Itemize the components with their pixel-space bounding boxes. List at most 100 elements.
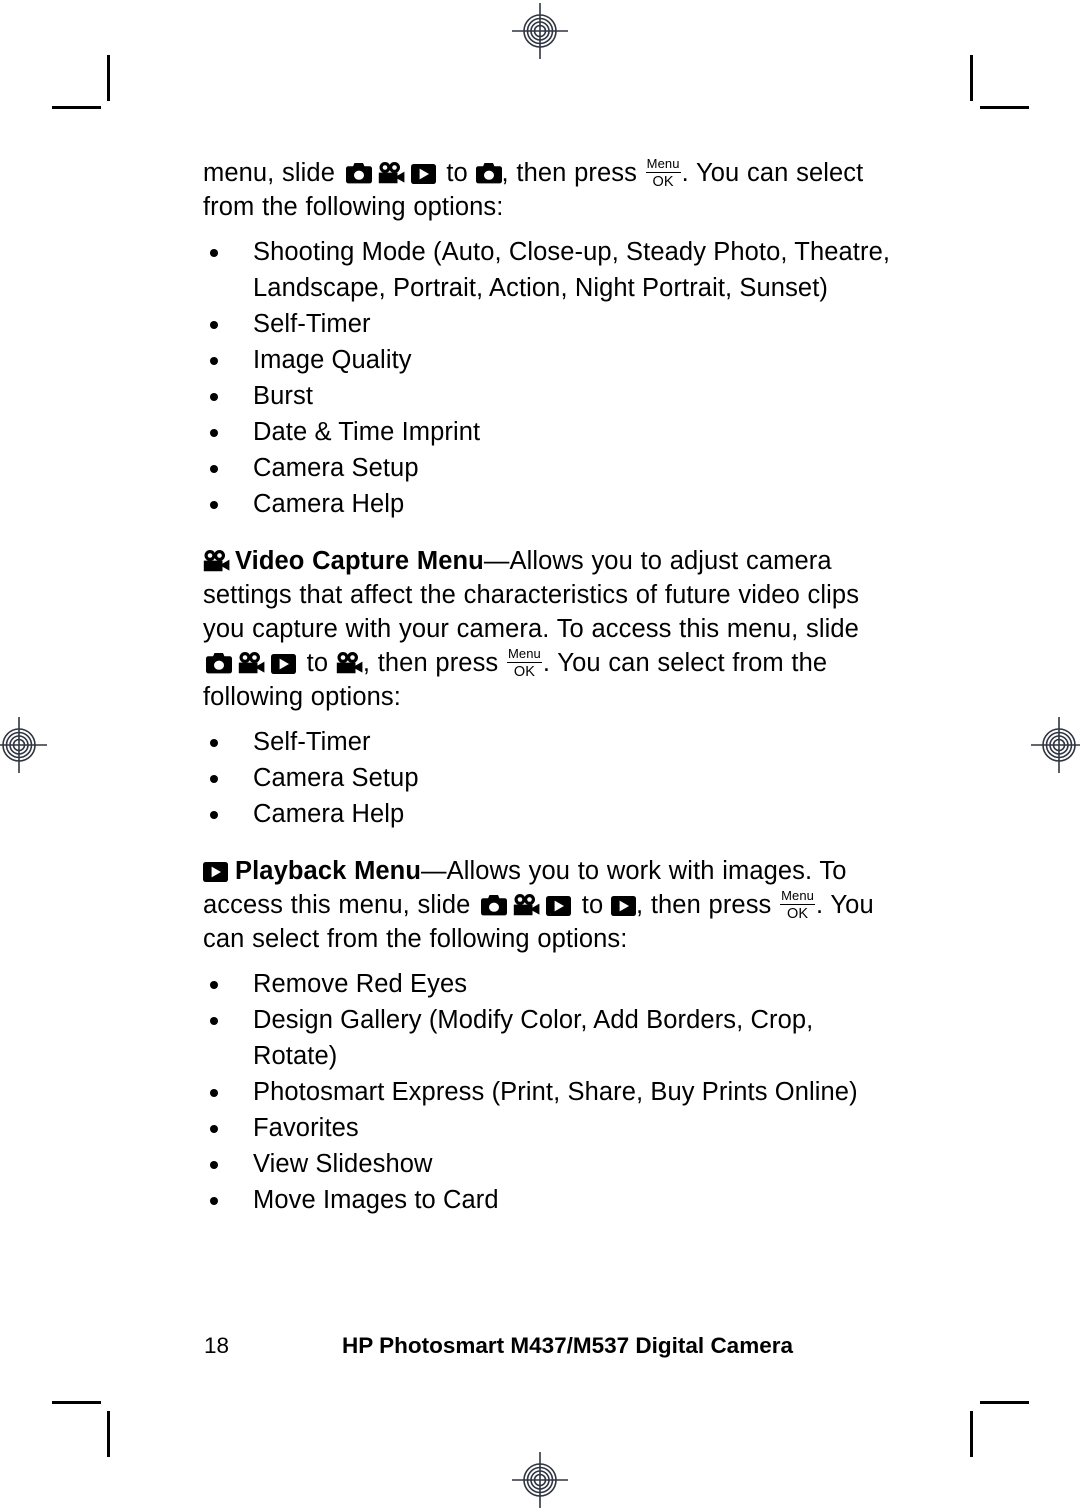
bullet-icon [210,501,218,509]
bullet-icon [210,1161,218,1169]
bullet-icon [210,1017,218,1025]
page-content: menu, slide to , then press Menu OK. You … [203,156,893,1218]
video-capture-menu-paragraph: Video Capture Menu—Allows you to adjust … [203,544,893,714]
capture-menu-text-c: , then press [501,159,645,187]
list-item: Camera Setup [203,760,893,796]
list-item-label: Self-Timer [253,728,371,756]
menu-ok-top-label: Menu [780,888,815,905]
bullet-icon [210,429,218,437]
list-item: Camera Setup [203,450,893,486]
list-item-label: Remove Red Eyes [253,970,468,998]
list-item-label: Camera Help [253,490,405,518]
bullet-icon [210,357,218,365]
list-item-label: Camera Setup [253,764,419,792]
video-capture-menu-options-list: Self-Timer Camera Setup Camera Help [203,724,893,832]
bullet-icon [210,1197,218,1205]
list-item-label: Camera Help [253,800,405,828]
menu-ok-button-icon: Menu OK [506,646,542,680]
footer-title: HP Photosmart M437/M537 Digital Camera [342,1333,793,1358]
video-capture-menu-mid-a: to [299,649,336,677]
menu-ok-button-icon: Menu OK [645,156,681,190]
crop-mark-top-right-horizontal [980,106,1029,109]
list-item: Image Quality [203,342,893,378]
crop-mark-top-left-vertical [107,55,110,101]
crop-mark-bottom-right-vertical [970,1411,973,1457]
registration-target-bottom-center [512,1452,568,1508]
playback-icon [271,654,296,674]
capture-menu-text-b: to [438,159,476,187]
playback-menu-title: Playback Menu [235,857,422,885]
bullet-icon [210,739,218,747]
list-item: Remove Red Eyes [203,966,893,1002]
crop-mark-bottom-left-vertical [107,1411,110,1457]
video-camera-icon [513,894,540,917]
list-item-label: Shooting Mode (Auto, Close-up, Steady Ph… [253,238,891,302]
bullet-icon [210,1125,218,1133]
bullet-icon [210,1089,218,1097]
playback-menu-mid-b: , then press [635,891,780,919]
menu-ok-bottom-label: OK [786,906,809,922]
list-item: Shooting Mode (Auto, Close-up, Steady Ph… [203,234,893,306]
bullet-icon [210,393,218,401]
playback-menu-mid-a: to [574,891,611,919]
list-item: Design Gallery (Modify Color, Add Border… [203,1002,893,1074]
crop-mark-bottom-left-horizontal [52,1401,101,1404]
playback-menu-paragraph: Playback Menu—Allows you to work with im… [203,854,893,956]
list-item-label: Camera Setup [253,454,419,482]
still-camera-icon [206,653,232,674]
playback-icon [203,862,228,882]
menu-ok-bottom-label: OK [652,174,674,190]
bullet-icon [210,811,218,819]
video-camera-icon [378,162,405,185]
list-item-label: Photosmart Express (Print, Share, Buy Pr… [253,1078,858,1106]
registration-target-top-center [512,3,568,59]
registration-target-right-middle [1031,717,1080,773]
playback-icon [610,896,636,916]
bullet-icon [210,465,218,473]
video-camera-icon [336,652,363,675]
video-capture-menu-mid-b: , then press [362,649,506,677]
list-item-label: Self-Timer [253,310,371,338]
capture-menu-paragraph: menu, slide to , then press Menu OK. You … [203,156,893,224]
menu-ok-top-label: Menu [645,156,681,173]
playback-icon [410,164,436,184]
bullet-icon [210,775,218,783]
capture-menu-options-list: Shooting Mode (Auto, Close-up, Steady Ph… [203,234,893,522]
video-capture-menu-title: Video Capture Menu [235,547,484,575]
capture-menu-text-a: menu, slide [203,159,343,187]
menu-ok-top-label: Menu [506,646,542,663]
list-item: Date & Time Imprint [203,414,893,450]
document-page: { "page": { "number": "18", "footer_titl… [0,0,1080,1512]
crop-mark-top-left-horizontal [52,106,101,109]
list-item: Burst [203,378,893,414]
bullet-icon [210,249,218,257]
list-item: Camera Help [203,796,893,832]
playback-menu-options-list: Remove Red Eyes Design Gallery (Modify C… [203,966,893,1218]
menu-ok-button-icon: Menu OK [780,889,815,922]
still-camera-icon [475,163,502,184]
list-item: Camera Help [203,486,893,522]
still-camera-icon [345,163,372,184]
list-item: Photosmart Express (Print, Share, Buy Pr… [203,1074,893,1110]
crop-mark-bottom-right-horizontal [980,1401,1029,1404]
list-item: View Slideshow [203,1146,893,1182]
playback-icon [546,896,572,916]
list-item-label: Design Gallery (Modify Color, Add Border… [253,1006,814,1070]
list-item-label: Burst [253,382,314,410]
menu-ok-bottom-label: OK [513,664,535,680]
video-camera-icon [203,550,230,573]
list-item-label: View Slideshow [253,1150,433,1178]
crop-mark-top-right-vertical [970,55,973,101]
list-item-label: Image Quality [253,346,412,374]
video-camera-icon [238,652,265,675]
list-item-label: Date & Time Imprint [253,418,481,446]
list-item: Self-Timer [203,724,893,760]
bullet-icon [210,321,218,329]
bullet-icon [210,981,218,989]
list-item: Move Images to Card [203,1182,893,1218]
list-item: Self-Timer [203,306,893,342]
list-item-label: Move Images to Card [253,1186,499,1214]
list-item-label: Favorites [253,1114,359,1142]
still-camera-icon [481,895,508,916]
registration-target-left-middle [0,717,47,773]
